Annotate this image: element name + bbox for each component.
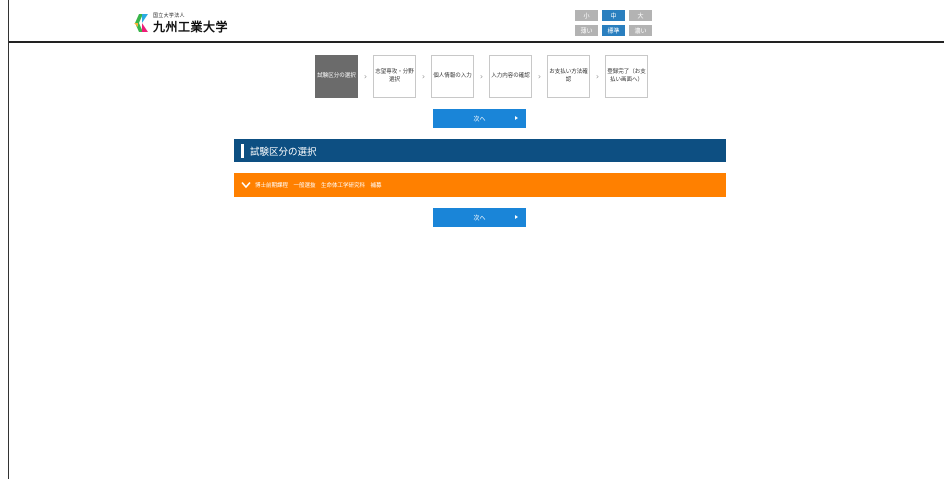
font-size-medium-button[interactable]: 中 [602,10,625,21]
display-settings: 小 中 大 薄い 標準 濃い [575,10,652,36]
section-heading: 試験区分の選択 [234,139,726,162]
chevron-down-icon [241,181,251,189]
step-confirm-input: 入力内容の確認 [489,55,532,98]
step-payment-method: お支払い方法確認 [547,55,590,98]
step-exam-category: 試験区分の選択 [315,55,358,98]
step-registration-complete: 登録完了（お支払い画面へ） [605,55,648,98]
arrow-right-icon [515,215,518,219]
university-name: 九州工業大学 [153,19,229,34]
contrast-light-button[interactable]: 薄い [575,25,598,36]
step-personal-info: 個人情報の入力 [431,55,474,98]
step-separator-icon: › [363,72,368,81]
step-separator-icon: › [421,72,426,81]
progress-steps: 試験区分の選択 › 志望専攻・分野選択 › 個人情報の入力 › 入力内容の確認 … [315,55,648,98]
next-button-bottom[interactable]: 次へ [433,208,526,227]
step-separator-icon: › [595,72,600,81]
next-button-label: 次へ [473,116,486,123]
font-size-large-button[interactable]: 大 [629,10,652,21]
site-header: 国立大学法人 九州工業大学 小 中 大 薄い 標準 濃い [9,0,944,43]
accordion-label: 博士前期課程 一般選抜 生命体工学研究科 補募 [255,183,382,189]
exam-category-accordion[interactable]: 博士前期課程 一般選抜 生命体工学研究科 補募 [234,173,726,197]
font-size-small-button[interactable]: 小 [575,10,598,21]
kit-logo-icon [134,14,148,32]
section-title: 試験区分の選択 [250,146,317,158]
arrow-right-icon [515,116,518,120]
step-separator-icon: › [479,72,484,81]
next-button-label: 次へ [473,215,486,222]
org-type-label: 国立大学法人 [153,12,185,19]
university-logo[interactable]: 国立大学法人 九州工業大学 [133,11,228,35]
heading-bar-decoration [241,143,244,158]
step-separator-icon: › [537,72,542,81]
step-major-selection: 志望専攻・分野選択 [373,55,416,98]
next-button-top[interactable]: 次へ [433,109,526,128]
contrast-standard-button[interactable]: 標準 [602,25,625,36]
contrast-dark-button[interactable]: 濃い [629,25,652,36]
